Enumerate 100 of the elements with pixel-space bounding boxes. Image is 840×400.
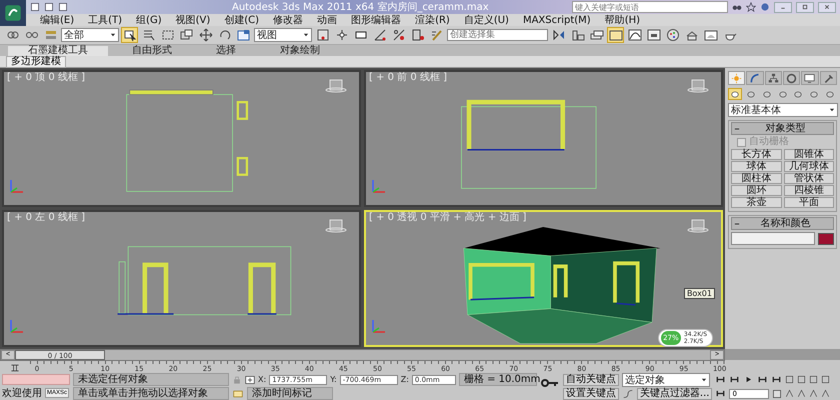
category-dropdown[interactable]: 标准基本体	[728, 103, 838, 117]
menu-item[interactable]: 图形编辑器	[351, 14, 402, 26]
percent-snap-icon	[392, 28, 406, 42]
ribbon-panel-tab[interactable]: 多边形建模	[6, 56, 66, 68]
menu-item[interactable]: MAXScript(M)	[522, 14, 591, 26]
save-file-button[interactable]	[58, 2, 68, 12]
rollout-title: 对象类型	[764, 124, 806, 134]
key-tangent-icon	[622, 388, 634, 398]
object-color-swatch[interactable]	[818, 232, 834, 244]
menu-item[interactable]: 帮助(H)	[604, 14, 640, 26]
ribbon-tab[interactable]: 对象绘制	[260, 46, 340, 56]
category-button[interactable]	[728, 88, 742, 100]
toolbar-dropdown[interactable]: 视图	[254, 28, 312, 42]
rollout-header[interactable]: 名称和颜色	[731, 217, 834, 230]
primitive-button[interactable]: 圆柱体	[731, 173, 782, 184]
wheel-icon	[786, 72, 798, 84]
command-panel-tab[interactable]	[764, 71, 782, 85]
prompt-text: 单击或单击并拖动以选择对象	[73, 387, 229, 400]
app-logo-icon	[4, 4, 22, 22]
select-icon	[122, 28, 136, 42]
toolbar-dropdown[interactable]: 全部	[61, 28, 119, 42]
bend-icon	[749, 72, 760, 84]
selection-status: 未选定任何对象	[73, 373, 229, 386]
menu-item[interactable]: 自定义(U)	[464, 14, 509, 26]
new-file-button[interactable]	[30, 2, 40, 12]
primitive-button[interactable]: 平面	[784, 197, 834, 208]
key-set-dropdown[interactable]: 选定对象	[622, 372, 710, 386]
toolbar-button[interactable]	[607, 27, 624, 43]
close-button[interactable]	[818, 2, 836, 12]
bind-icon	[44, 28, 58, 42]
menu-item[interactable]: 视图(V)	[176, 14, 210, 26]
hierarchy-icon	[768, 72, 779, 84]
primitive-button[interactable]: 圆环	[731, 185, 782, 196]
primitive-button[interactable]: 圆锥体	[784, 149, 834, 160]
ribbon-tab[interactable]: 自由形式	[112, 46, 192, 56]
absolute-mode-icon	[245, 374, 255, 384]
auto-key-button[interactable]: 自动关键点	[562, 374, 619, 386]
toolbar-button[interactable]	[121, 27, 138, 43]
menu-item[interactable]: 创建(C)	[224, 14, 260, 26]
search-field[interactable]: 键入关键字或短语	[572, 1, 728, 13]
viewcube-icon	[687, 79, 709, 93]
move-icon	[198, 28, 212, 42]
caret-icon	[829, 107, 835, 113]
scale-icon	[236, 28, 250, 42]
caret-icon	[303, 32, 309, 38]
collapse-icon	[734, 220, 740, 226]
angle-snap-icon	[372, 28, 386, 42]
open-file-button[interactable]	[44, 2, 54, 12]
time-tag-button[interactable]	[232, 388, 244, 398]
coordinate-label: Y:	[330, 375, 337, 384]
sun-icon	[731, 72, 742, 84]
time-tag-text[interactable]: 添加时间标记	[247, 387, 333, 400]
rollout-title: 名称和颜色	[760, 218, 812, 228]
curve-editor-icon	[628, 28, 642, 42]
manipulate-icon	[334, 28, 348, 42]
menu-item[interactable]: 编辑(E)	[40, 14, 74, 26]
viewcube-icon	[325, 219, 347, 233]
rectangle-icon	[160, 28, 174, 42]
window-title: Autodesk 3ds Max 2011 x64 室内房间_ceramm.max	[232, 0, 489, 14]
primitive-button[interactable]: 茶壶	[731, 197, 782, 208]
list-icon	[142, 28, 156, 42]
toolbar-button[interactable]	[664, 27, 681, 43]
command-panel-tab[interactable]	[801, 71, 819, 85]
set-key-button[interactable]: 设置关键点	[562, 388, 619, 400]
viewcube-icon	[325, 79, 347, 93]
app-logo-button[interactable]	[0, 0, 26, 26]
menu-item[interactable]: 动画	[317, 14, 338, 26]
maximize-button[interactable]	[796, 2, 814, 12]
toolbar-button[interactable]	[626, 27, 643, 43]
coordinate-label: X:	[258, 375, 266, 384]
menu-item[interactable]: 渲染(R)	[415, 14, 450, 26]
command-panel-tab[interactable]	[782, 71, 800, 85]
script-listener-field[interactable]	[2, 374, 70, 385]
menu-item[interactable]: 工具(T)	[88, 14, 122, 26]
primitive-button[interactable]: 管状体	[784, 173, 834, 184]
rotate-icon	[218, 28, 232, 42]
ribbon-tab[interactable]: 选择	[196, 46, 256, 56]
frame-window-icon	[704, 28, 718, 42]
pivot-icon	[316, 28, 330, 42]
rollout-header[interactable]: 对象类型	[731, 122, 834, 135]
primitive-button[interactable]: 几何球体	[784, 161, 834, 172]
monitor-icon	[804, 72, 816, 84]
primitive-button[interactable]: 长方体	[731, 149, 782, 160]
key-filters-button[interactable]: 关键点过滤器...	[636, 388, 712, 400]
command-panel-tab[interactable]	[820, 71, 837, 85]
toolbar-button[interactable]	[645, 27, 662, 43]
close-icon	[823, 4, 831, 10]
object-name-field[interactable]	[731, 232, 815, 245]
lock-icon	[232, 374, 242, 384]
menu-item[interactable]: 组(G)	[136, 14, 162, 26]
grid-size-text: 栅格 = 10.0mm	[458, 373, 537, 386]
command-panel-tab[interactable]	[746, 71, 764, 85]
primitive-button[interactable]: 球体	[731, 161, 782, 172]
axis-icon	[8, 317, 26, 335]
toolbar-button[interactable]	[197, 27, 214, 43]
hammer-icon	[822, 72, 834, 84]
ribbon-tab[interactable]: 石墨建模工具	[8, 46, 108, 56]
edit-set-icon	[430, 28, 444, 42]
menu-item[interactable]: 修改器	[273, 14, 304, 26]
primitive-button[interactable]: 四棱锥	[784, 185, 834, 196]
